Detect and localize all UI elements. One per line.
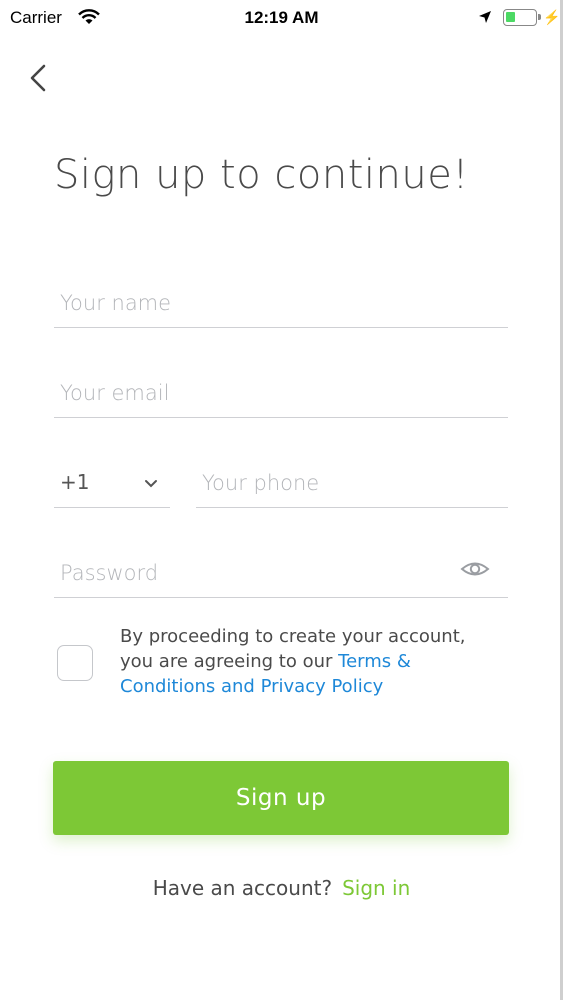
country-code-value: +1	[60, 470, 90, 494]
location-arrow-icon	[478, 10, 492, 29]
email-input[interactable]	[54, 368, 508, 417]
chevron-left-icon	[30, 64, 46, 92]
signup-screen: Carrier 12:19 AM ⚡ Sign up to continue!	[0, 0, 563, 1000]
terms-text: By proceeding to create your account, yo…	[120, 624, 500, 699]
name-input[interactable]	[54, 278, 508, 327]
back-button[interactable]	[24, 58, 54, 98]
name-field-wrapper	[54, 278, 508, 328]
country-code-select[interactable]: +1	[54, 458, 170, 508]
status-bar: Carrier 12:19 AM ⚡	[0, 0, 560, 36]
phone-field-wrapper	[196, 458, 508, 508]
password-input[interactable]	[54, 548, 440, 597]
signup-button[interactable]: Sign up	[53, 761, 509, 835]
page-title: Sign up to continue!	[54, 152, 469, 198]
eye-icon[interactable]	[460, 556, 490, 582]
password-field-wrapper	[54, 548, 508, 598]
phone-input[interactable]	[196, 458, 508, 507]
terms-checkbox[interactable]	[57, 645, 93, 681]
email-field-wrapper	[54, 368, 508, 418]
chevron-down-icon	[144, 474, 158, 493]
battery-icon	[503, 9, 541, 26]
charging-bolt-icon: ⚡	[543, 9, 561, 25]
have-account-label: Have an account?	[152, 876, 333, 900]
signin-row: Have an account? Sign in	[0, 876, 560, 900]
signin-link[interactable]: Sign in	[342, 876, 410, 900]
terms-prefix: By proceeding to create your account, yo…	[120, 626, 466, 672]
